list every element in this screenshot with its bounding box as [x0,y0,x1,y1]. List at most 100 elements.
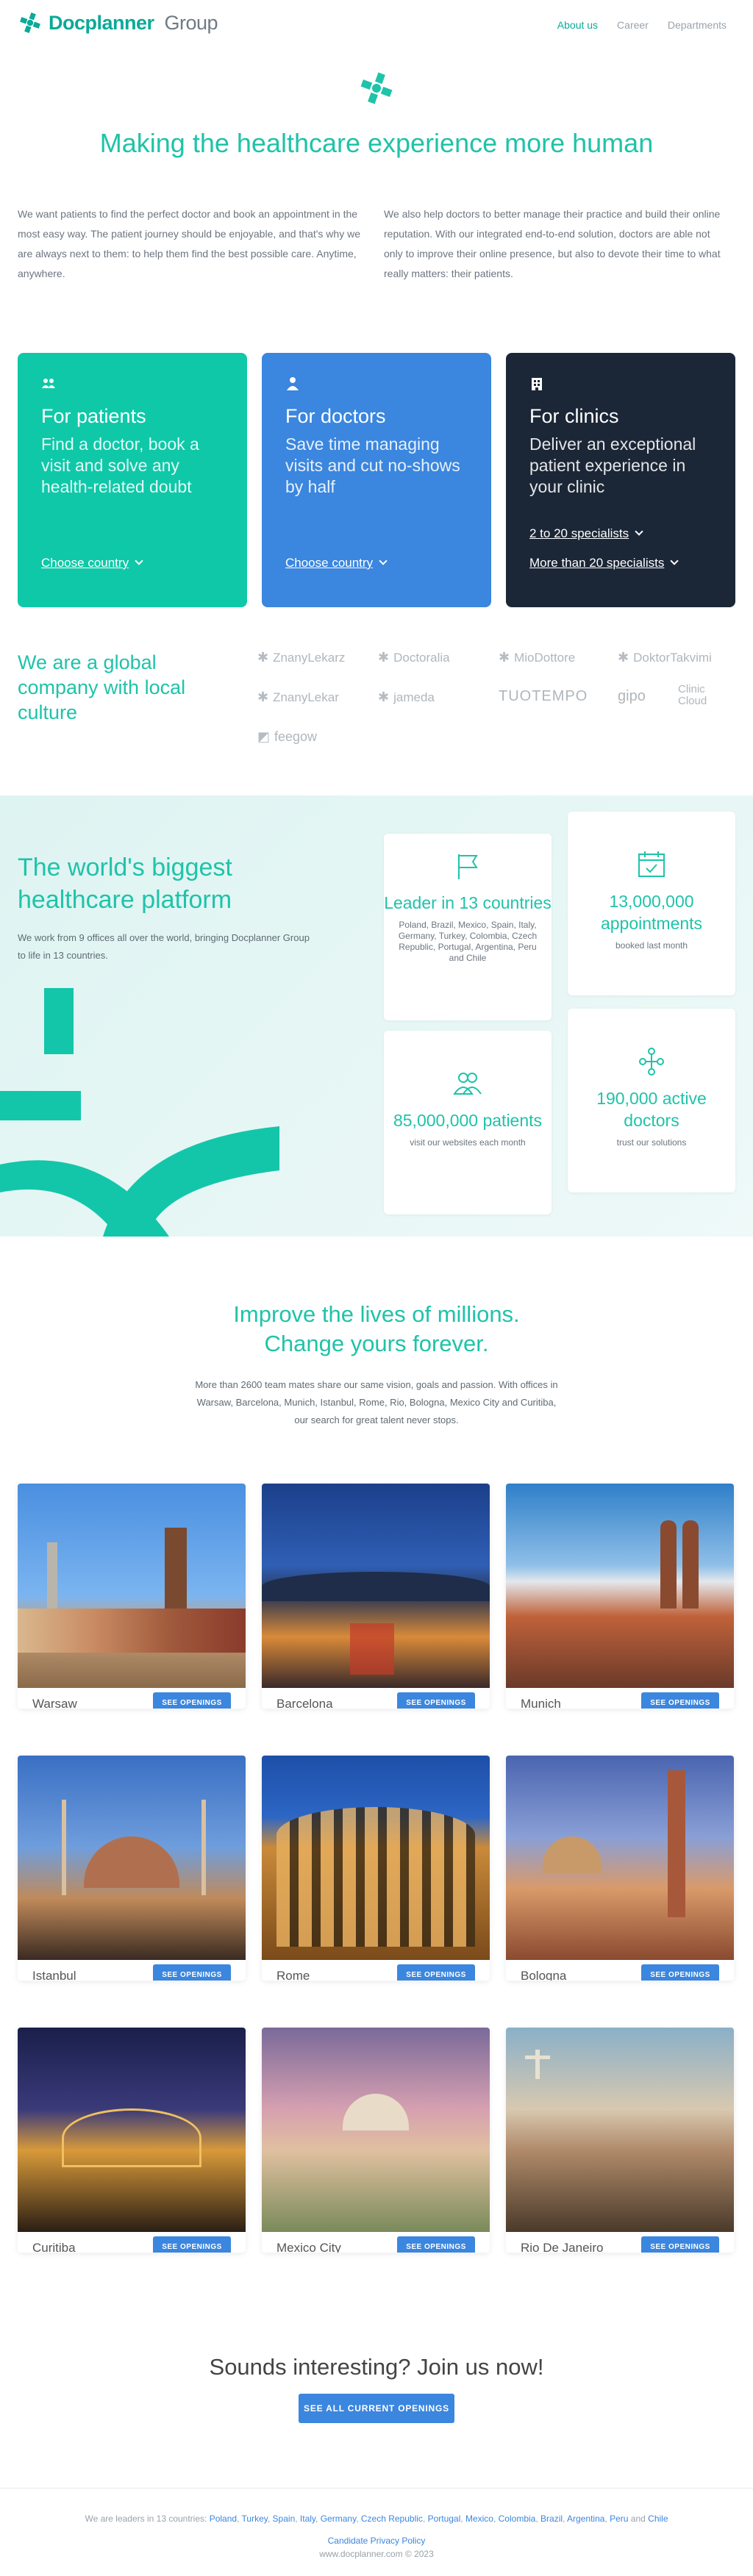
see-openings-button[interactable]: SEE OPENINGS [397,2236,475,2253]
stat-appointments-value: 13,000,000 appointments [600,892,703,933]
brand-feegow[interactable]: ◩ feegow [257,729,317,745]
people-icon [42,379,55,388]
brand-gipo[interactable]: gipo [618,688,646,705]
city-name: Mexico City [276,2241,341,2253]
brand-star-icon: ✱ [618,650,629,665]
flag-icon [458,854,478,879]
city-card-curitiba: Curitiba SEE OPENINGS [18,2028,246,2253]
city-name: Barcelona [276,1697,333,1709]
top-nav: About us Career Departments [557,19,727,31]
footer-country-link[interactable]: Peru [610,2514,628,2524]
brand-clinic-cloud[interactable]: Clinic Cloud [678,684,737,707]
brand-star-icon: ✱ [499,650,510,665]
city-photo-munich [506,1484,734,1688]
city-photo-warsaw [18,1484,246,1688]
city-photo-rome [262,1756,490,1960]
see-openings-button[interactable]: SEE OPENINGS [397,1692,475,1709]
see-openings-button[interactable]: SEE OPENINGS [641,1964,719,1981]
footer-country-link[interactable]: Mexico [465,2514,493,2524]
see-openings-button[interactable]: SEE OPENINGS [153,2236,231,2253]
nav-departments[interactable]: Departments [668,19,727,31]
clinics-small-link[interactable]: 2 to 20 specialists [529,526,643,541]
see-openings-button[interactable]: SEE OPENINGS [397,1964,475,1981]
brand-znanylekarz[interactable]: ✱ ZnanyLekarz [257,650,345,665]
footer-country-link[interactable]: Czech Republic [361,2514,423,2524]
footer-country-link[interactable]: Italy [300,2514,315,2524]
footer-country-link[interactable]: Spain [273,2514,296,2524]
card-patients: For patients Find a doctor, book a visit… [18,353,247,607]
brand-jameda[interactable]: ✱ jameda [378,690,435,705]
brand-name: DoktorTakvimi [633,650,712,665]
brand-square-icon: ◩ [257,729,271,744]
logo[interactable]: Docplanner Group [18,10,218,35]
footer-country-link[interactable]: Portugal [428,2514,461,2524]
stat-countries-value: Leader in 13 countries [384,893,552,912]
footer-country-link[interactable]: Poland [210,2514,237,2524]
footer-country-link[interactable]: Brazil [540,2514,563,2524]
city-name: Munich [521,1697,561,1709]
nav-career[interactable]: Career [617,19,649,31]
footer-country-link[interactable]: Germany [321,2514,356,2524]
logo-word-group: Group [164,11,218,34]
city-name: Warsaw [32,1697,77,1709]
footer-country-link[interactable]: Argentina [567,2514,604,2524]
see-openings-button[interactable]: SEE OPENINGS [641,1692,719,1709]
card-doctors-title: For doctors [285,405,386,427]
brand-star-icon: ✱ [378,650,390,665]
nav-about-us[interactable]: About us [557,19,598,31]
stat-appointments-label: booked last month [615,940,688,951]
chevron-down-icon [135,557,143,565]
building-icon [532,378,542,390]
improve-subtitle: More than 2600 team mates share our same… [195,1379,558,1425]
stat-patients-label: visit our websites each month [410,1137,526,1148]
see-all-openings-button[interactable]: SEE ALL CURRENT OPENINGS [299,2394,454,2423]
brand-name: ZnanyLekarz [273,650,346,665]
card-doctors: For doctors Save time managing visits an… [262,353,491,607]
brand-miodottore[interactable]: ✱ MioDottore [499,650,575,665]
city-photo-curitiba [18,2028,246,2232]
platform-subtitle: We work from 9 offices all over the worl… [18,932,310,961]
footer-country-link[interactable]: Turkey [242,2514,268,2524]
brand-name: jameda [393,690,435,704]
see-openings-button[interactable]: SEE OPENINGS [153,1692,231,1709]
footer-country-link[interactable]: Colombia [499,2514,536,2524]
doctors-choose-country-link[interactable]: Choose country [285,556,388,570]
see-openings-button[interactable]: SEE OPENINGS [641,2236,719,2253]
stat-appointments: 13,000,000 appointments booked last mont… [568,812,735,995]
card-clinics-title: For clinics [529,405,619,427]
city-card-munich: Munich SEE OPENINGS [506,1484,734,1709]
brand-doktortakvimi[interactable]: ✱ DoktorTakvimi [618,650,712,665]
brand-star-icon: ✱ [257,690,269,704]
link-label: 2 to 20 specialists [529,526,629,540]
logo-word-docplanner: Docplanner [49,11,154,34]
platform-title: The world's biggest healthcare platform [18,854,232,914]
privacy-policy-link[interactable]: Candidate Privacy Policy [0,2536,753,2546]
platform-section: The world's biggest healthcare platform … [0,795,753,1237]
brand-znanylekar[interactable]: ✱ ZnanyLekar [257,690,339,705]
city-photo-bologna [506,1756,734,1960]
patients-choose-country-link[interactable]: Choose country [41,556,143,570]
chevron-down-icon [379,557,388,565]
intro-left: We want patients to find the perfect doc… [18,208,360,279]
city-photo-istanbul [18,1756,246,1960]
footer-country-link[interactable]: Chile [648,2514,668,2524]
clinics-large-link[interactable]: More than 20 specialists [529,556,679,570]
brand-star-icon: ✱ [257,650,269,665]
city-photo-mexico-city [262,2028,490,2232]
footer: We are leaders in 13 countries: Poland, … [0,2488,753,2576]
asterisk-logo-icon [360,72,393,104]
intro-right: We also help doctors to better manage th… [384,208,721,279]
stat-countries-label: Poland, Brazil, Mexico, Spain, Italy, Ge… [398,920,538,963]
brand-name: Doctoralia [393,650,450,665]
people-icon [453,1073,482,1095]
link-label: Choose country [285,556,374,570]
global-title: We are a global company with local cultu… [18,651,186,723]
city-photo-barcelona [262,1484,490,1688]
brand-doctoralia[interactable]: ✱ Doctoralia [378,650,450,665]
link-label: More than 20 specialists [529,556,665,570]
city-card-istanbul: Istanbul SEE OPENINGS [18,1756,246,1981]
link-label: Choose country [41,556,129,570]
brand-tuotempo[interactable]: TUOTEMPO [499,688,588,705]
see-openings-button[interactable]: SEE OPENINGS [153,1964,231,1981]
city-card-rome: Rome SEE OPENINGS [262,1756,490,1981]
